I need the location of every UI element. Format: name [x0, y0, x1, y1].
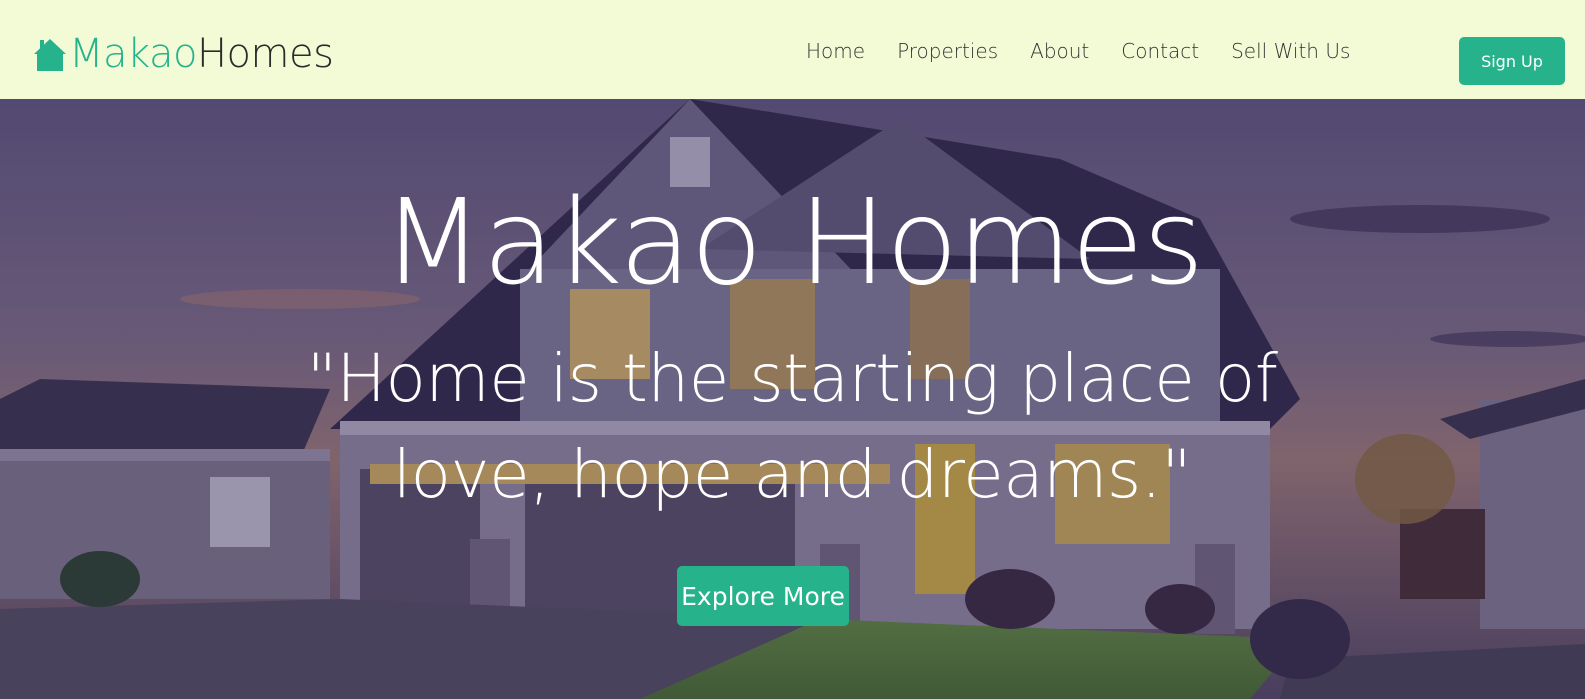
nav-properties[interactable]: Properties — [897, 36, 998, 66]
nav-sell-with-us[interactable]: Sell With Us — [1231, 36, 1350, 66]
nav-about[interactable]: About — [1030, 36, 1089, 66]
house-icon — [34, 39, 66, 71]
logo-text-secondary: Homes — [196, 31, 334, 77]
sign-up-button[interactable]: Sign Up — [1459, 37, 1565, 85]
main-nav: Home Properties About Contact Sell With … — [806, 36, 1350, 66]
hero-section: Makao Homes "Home is the starting place … — [0, 99, 1585, 699]
logo-text-primary: Makao — [69, 31, 197, 77]
hero-quote: "Home is the starting place of love, hop… — [306, 340, 1278, 513]
explore-more-button[interactable]: Explore More — [677, 566, 849, 626]
nav-contact[interactable]: Contact — [1121, 36, 1199, 66]
logo[interactable]: Makao Homes — [31, 30, 334, 78]
hero-title: Makao Homes — [381, 173, 1204, 311]
navbar: Makao Homes Home Properties About Contac… — [0, 0, 1585, 99]
nav-home[interactable]: Home — [806, 36, 865, 66]
